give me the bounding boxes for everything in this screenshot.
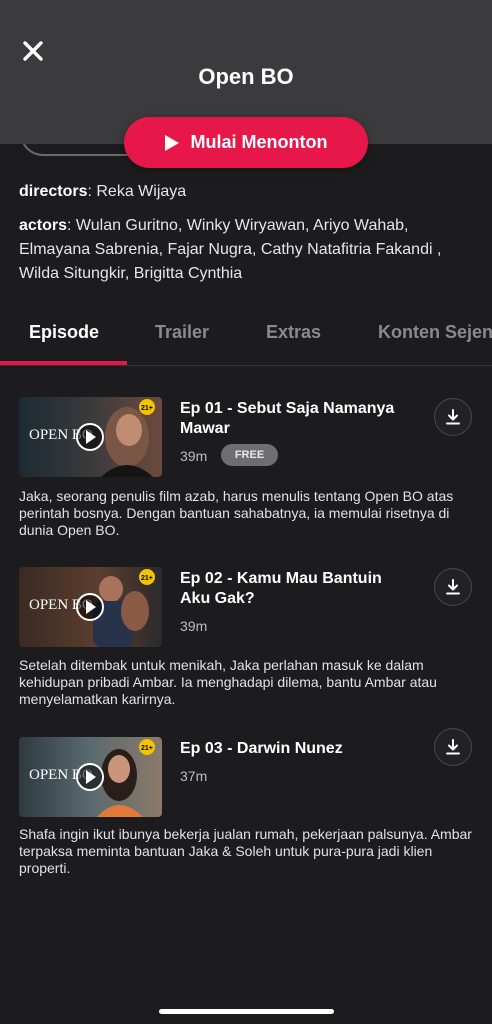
start-watching-button[interactable]: Mulai Menonton bbox=[124, 117, 368, 168]
tab-episode[interactable]: Episode bbox=[29, 322, 99, 343]
start-watching-label: Mulai Menonton bbox=[190, 132, 328, 152]
episode-duration: 39m bbox=[180, 618, 208, 634]
active-tab-indicator bbox=[0, 361, 127, 365]
free-badge: FREE bbox=[221, 444, 278, 466]
rating-badge: 21+ bbox=[141, 405, 153, 412]
rating-badge: 21+ bbox=[141, 575, 153, 582]
episode-thumbnail[interactable]: OPEN BO 21+ bbox=[19, 397, 162, 477]
rating-badge: 21+ bbox=[141, 745, 153, 752]
episode-description: Shafa ingin ikut ibunya bekerja jualan r… bbox=[19, 826, 472, 876]
episode-title[interactable]: Ep 01 - Sebut Saja Namanya Mawar bbox=[180, 399, 410, 439]
credits-section: directors: Reka Wijaya actors: Wulan Gur… bbox=[19, 180, 479, 288]
directors-value: Reka Wijaya bbox=[96, 183, 187, 200]
episode-description: Jaka, seorang penulis film azab, harus m… bbox=[19, 488, 454, 538]
directors-label: directors bbox=[19, 183, 88, 200]
actors-row: actors: Wulan Guritno, Winky Wiryawan, A… bbox=[19, 217, 442, 282]
episode-thumbnail[interactable]: OPEN BO 21+ bbox=[19, 737, 162, 817]
episode-duration: 37m bbox=[180, 768, 208, 784]
tab-trailer[interactable]: Trailer bbox=[155, 322, 209, 343]
episode-description: Setelah ditembak untuk menikah, Jaka per… bbox=[19, 657, 437, 707]
tab-extras[interactable]: Extras bbox=[266, 322, 321, 343]
page-title: Open BO bbox=[198, 64, 294, 89]
download-icon[interactable] bbox=[434, 568, 472, 606]
episode-thumbnail[interactable]: OPEN BO 21+ bbox=[19, 567, 162, 647]
download-icon[interactable] bbox=[434, 728, 472, 766]
directors-row: directors: Reka Wijaya bbox=[19, 183, 187, 200]
actors-value: Wulan Guritno, Winky Wiryawan, Ariyo Wah… bbox=[19, 217, 442, 282]
close-icon[interactable] bbox=[18, 36, 48, 66]
download-icon[interactable] bbox=[434, 398, 472, 436]
play-icon bbox=[164, 134, 179, 151]
episode-title[interactable]: Ep 03 - Darwin Nunez bbox=[180, 739, 410, 759]
episode-duration: 39m bbox=[180, 448, 208, 464]
episode-title[interactable]: Ep 02 - Kamu Mau Bantuin Aku Gak? bbox=[180, 569, 410, 609]
actors-label: actors bbox=[19, 217, 68, 234]
home-indicator[interactable] bbox=[159, 1009, 334, 1014]
tab-bar: Episode Trailer Extras Konten Sejenis bbox=[0, 308, 492, 366]
tab-konten-sejenis[interactable]: Konten Sejenis bbox=[378, 322, 492, 343]
